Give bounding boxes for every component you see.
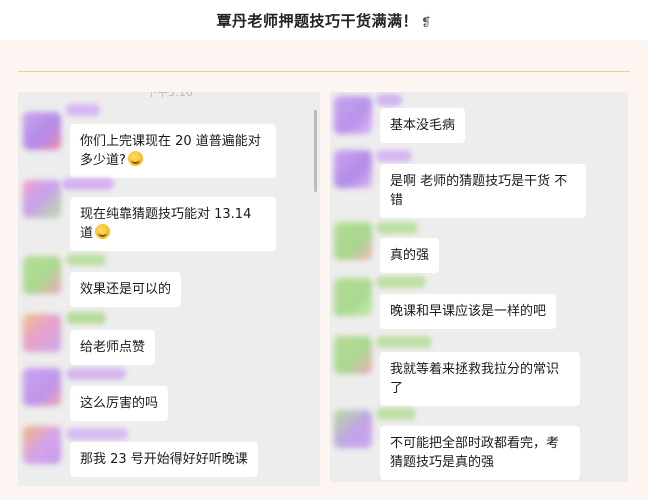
message-text: 你们上完课现在 20 道普遍能对多少道?	[80, 134, 261, 168]
page-title: 覃丹老师押题技巧干货满满！ ❡	[216, 11, 432, 30]
chat-screenshot-left: 下午3:16 你们上完课现在 20 道普遍能对多少道? 现在纯靠猜题技巧能对 1…	[18, 92, 320, 486]
avatar	[334, 96, 372, 134]
avatar	[23, 256, 61, 294]
message-bubble: 基本没毛病	[380, 108, 466, 143]
sender-name	[66, 312, 106, 324]
avatar	[334, 410, 372, 448]
message-text: 给老师点赞	[80, 340, 146, 355]
avatar	[334, 278, 372, 316]
message-bubble: 那我 23 号开始得好好听晚课	[70, 442, 258, 477]
avatar	[334, 336, 372, 374]
timestamp: 下午3:16	[146, 92, 193, 99]
scrollbar[interactable]	[314, 110, 317, 192]
message-bubble: 给老师点赞	[70, 330, 156, 365]
sender-name	[376, 94, 402, 106]
message-text: 这么厉害的吗	[80, 396, 159, 411]
avatar	[23, 314, 61, 352]
sender-name	[376, 150, 412, 162]
sender-name	[66, 368, 126, 380]
message-text: 那我 23 号开始得好好听晚课	[80, 452, 248, 467]
message-text: 真的强	[390, 248, 430, 263]
message-text: 效果还是可以的	[80, 282, 172, 297]
message-bubble: 效果还是可以的	[70, 272, 182, 307]
flag-icon: ❡	[420, 14, 432, 29]
sender-name	[376, 222, 418, 234]
message-bubble: 我就等着来拯救我拉分的常识了	[380, 352, 580, 406]
message-text: 晚课和早课应该是一样的吧	[390, 304, 547, 319]
chat-screenshot-right: 基本没毛病 是啊 老师的猜题技巧是干货 不错 真的强 晚课和早课应该是一样的吧 …	[330, 92, 628, 482]
sender-name	[376, 336, 432, 348]
face-icon	[127, 151, 143, 166]
message-bubble: 不可能把全部时政都看完，考猜题技巧是真的强	[380, 426, 580, 480]
message-bubble: 现在纯靠猜题技巧能对 13.14 道	[70, 197, 276, 251]
avatar	[23, 426, 61, 464]
message-bubble: 真的强	[380, 238, 440, 273]
message-bubble: 这么厉害的吗	[70, 386, 169, 421]
message-text: 我就等着来拯救我拉分的常识了	[390, 362, 560, 396]
avatar	[334, 150, 372, 188]
avatar	[23, 368, 61, 406]
sender-name	[66, 104, 100, 116]
message-text: 不可能把全部时政都看完，考猜题技巧是真的强	[390, 436, 560, 470]
message-bubble: 是啊 老师的猜题技巧是干货 不错	[380, 164, 586, 218]
avatar	[23, 180, 61, 218]
sender-name	[66, 254, 106, 266]
message-text: 是啊 老师的猜题技巧是干货 不错	[390, 174, 568, 208]
avatar	[334, 222, 372, 260]
message-bubble: 你们上完课现在 20 道普遍能对多少道?	[70, 124, 276, 178]
message-bubble: 晚课和早课应该是一样的吧	[380, 294, 557, 329]
message-text: 基本没毛病	[390, 118, 456, 133]
sender-name	[376, 408, 416, 420]
sender-name	[66, 428, 128, 440]
divider	[18, 71, 630, 72]
sender-name	[376, 276, 426, 288]
avatar	[23, 112, 61, 150]
face-icon	[95, 224, 111, 239]
sender-name	[62, 178, 114, 190]
header: 覃丹老师押题技巧干货满满！ ❡	[0, 0, 648, 40]
